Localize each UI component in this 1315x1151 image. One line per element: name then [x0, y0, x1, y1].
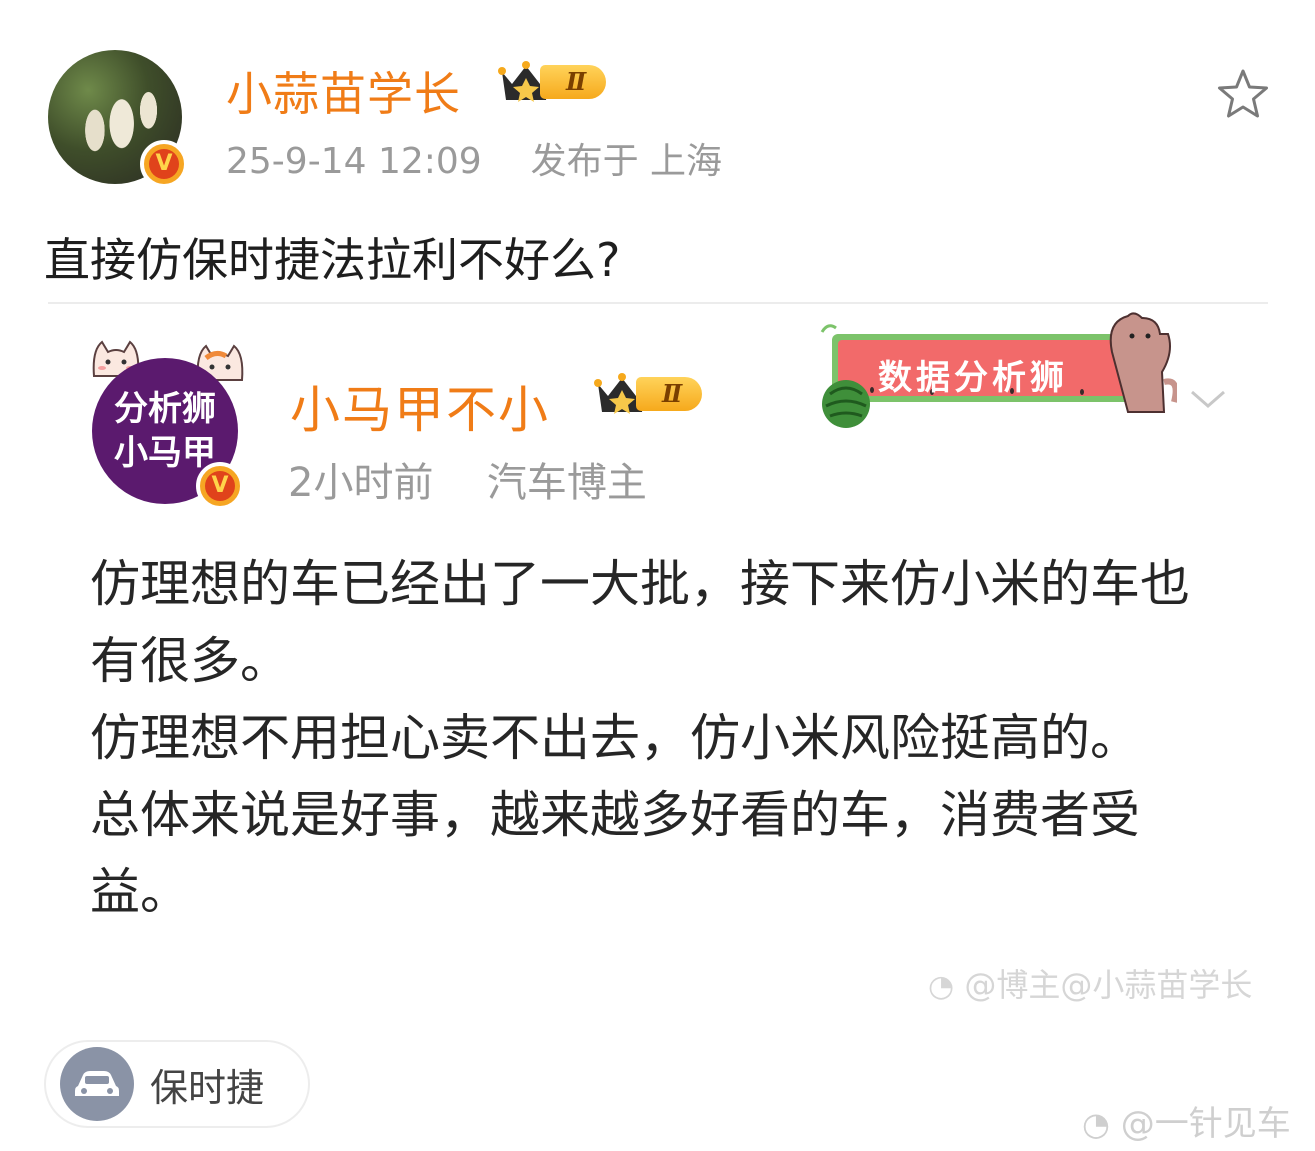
verified-badge-icon: V — [140, 140, 188, 188]
topic-label[interactable]: 保时捷 — [150, 1057, 264, 1112]
favorite-star-icon[interactable] — [1214, 66, 1272, 124]
repost-paragraph: 仿理想的车已经出了一大批，接下来仿小米的车也有很多。 — [90, 555, 1190, 690]
divider — [48, 302, 1268, 304]
repost-paragraph: 总体来说是好事，越来越多好看的车，消费者受益。 — [90, 786, 1140, 921]
banner-text: 数据分析狮 — [878, 358, 1068, 398]
post-location: 发布于 上海 — [530, 141, 723, 182]
chevron-down-icon[interactable] — [1188, 384, 1228, 414]
repost-paragraph: 仿理想不用担心卖不出去，仿小米风险挺高的。 — [90, 709, 1140, 767]
watermelon-banner: 数据分析狮 — [812, 312, 1177, 432]
repost-content: 仿理想的车已经出了一大批，接下来仿小米的车也有很多。 仿理想不用担心卖不出去，仿… — [90, 546, 1200, 931]
weibo-logo-icon: ◔ — [1082, 1105, 1110, 1143]
author-name[interactable]: 小蒜苗学长 — [226, 58, 461, 124]
repost-author-name[interactable]: 小马甲不小 — [290, 370, 550, 442]
member-level-badge[interactable]: Ⅱ — [498, 60, 607, 104]
repost-member-level-badge[interactable]: Ⅱ — [594, 372, 703, 416]
outer-watermark: ◔ @一针见车 — [1082, 1104, 1291, 1144]
car-icon — [60, 1047, 134, 1121]
post-content: 直接仿保时捷法拉利不好么? — [44, 233, 621, 287]
post-meta: 25-9-14 12:09 发布于 上海 — [226, 132, 722, 184]
repost-author-role: 汽车博主 — [486, 460, 647, 506]
post-timestamp: 25-9-14 12:09 — [226, 141, 482, 182]
inner-watermark: ◔ @博主@小蒜苗学长 — [928, 966, 1253, 1004]
repost-meta: 2小时前 汽车博主 — [288, 450, 647, 508]
repost-time: 2小时前 — [288, 460, 434, 506]
topic-tag[interactable]: 保时捷 — [44, 1040, 310, 1128]
weibo-logo-icon: ◔ — [928, 969, 955, 1004]
repost-verified-badge-icon: V — [196, 462, 244, 510]
